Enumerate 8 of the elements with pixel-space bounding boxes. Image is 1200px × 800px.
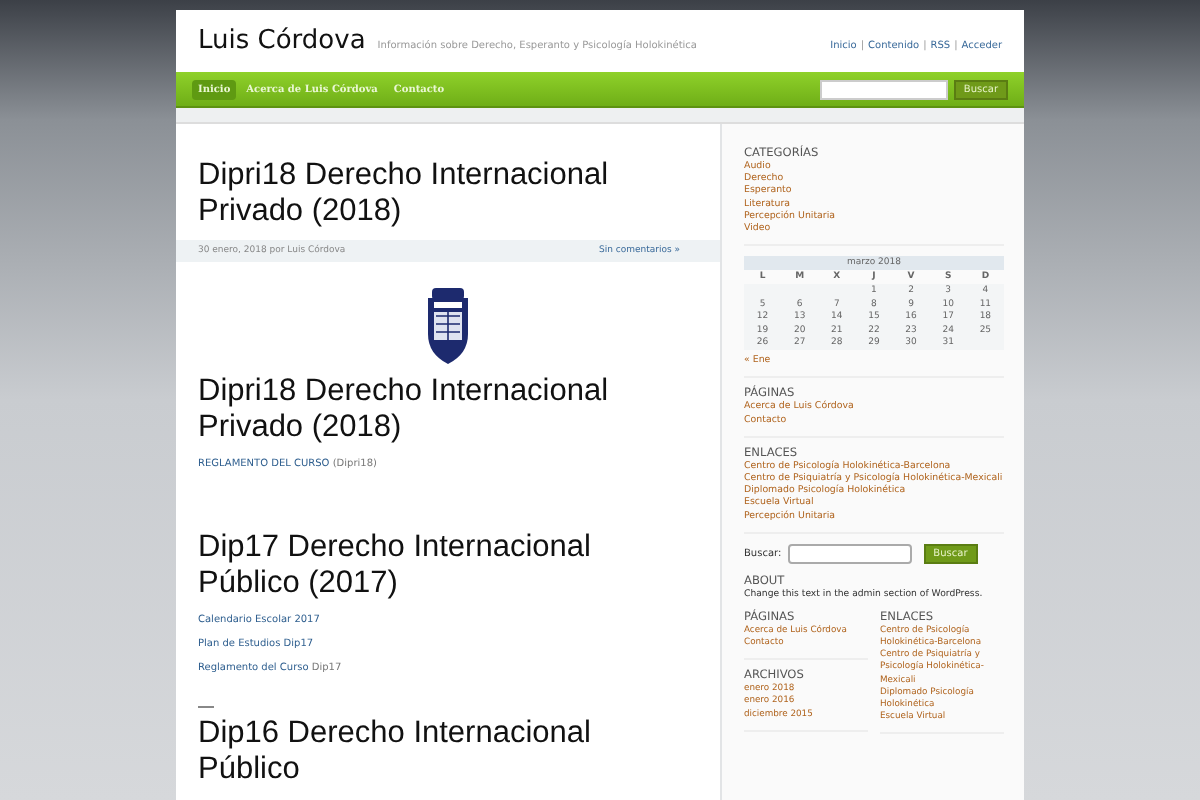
search-field[interactable] [819, 79, 948, 99]
site-title[interactable]: Luis Córdova [198, 26, 366, 56]
search-field[interactable] [787, 543, 912, 564]
content-heading: Dip17 Derecho Internacional Público (2017) [198, 530, 593, 602]
post-title[interactable]: Dipri18 Derecho Internacional Privado (2018) [198, 158, 698, 230]
shield-logo-icon [426, 286, 470, 366]
content-heading: Dipri18 Derecho Internacional Privado (2018) [198, 374, 611, 446]
content-heading: Dip16 Derecho Internacional Público [198, 716, 593, 788]
